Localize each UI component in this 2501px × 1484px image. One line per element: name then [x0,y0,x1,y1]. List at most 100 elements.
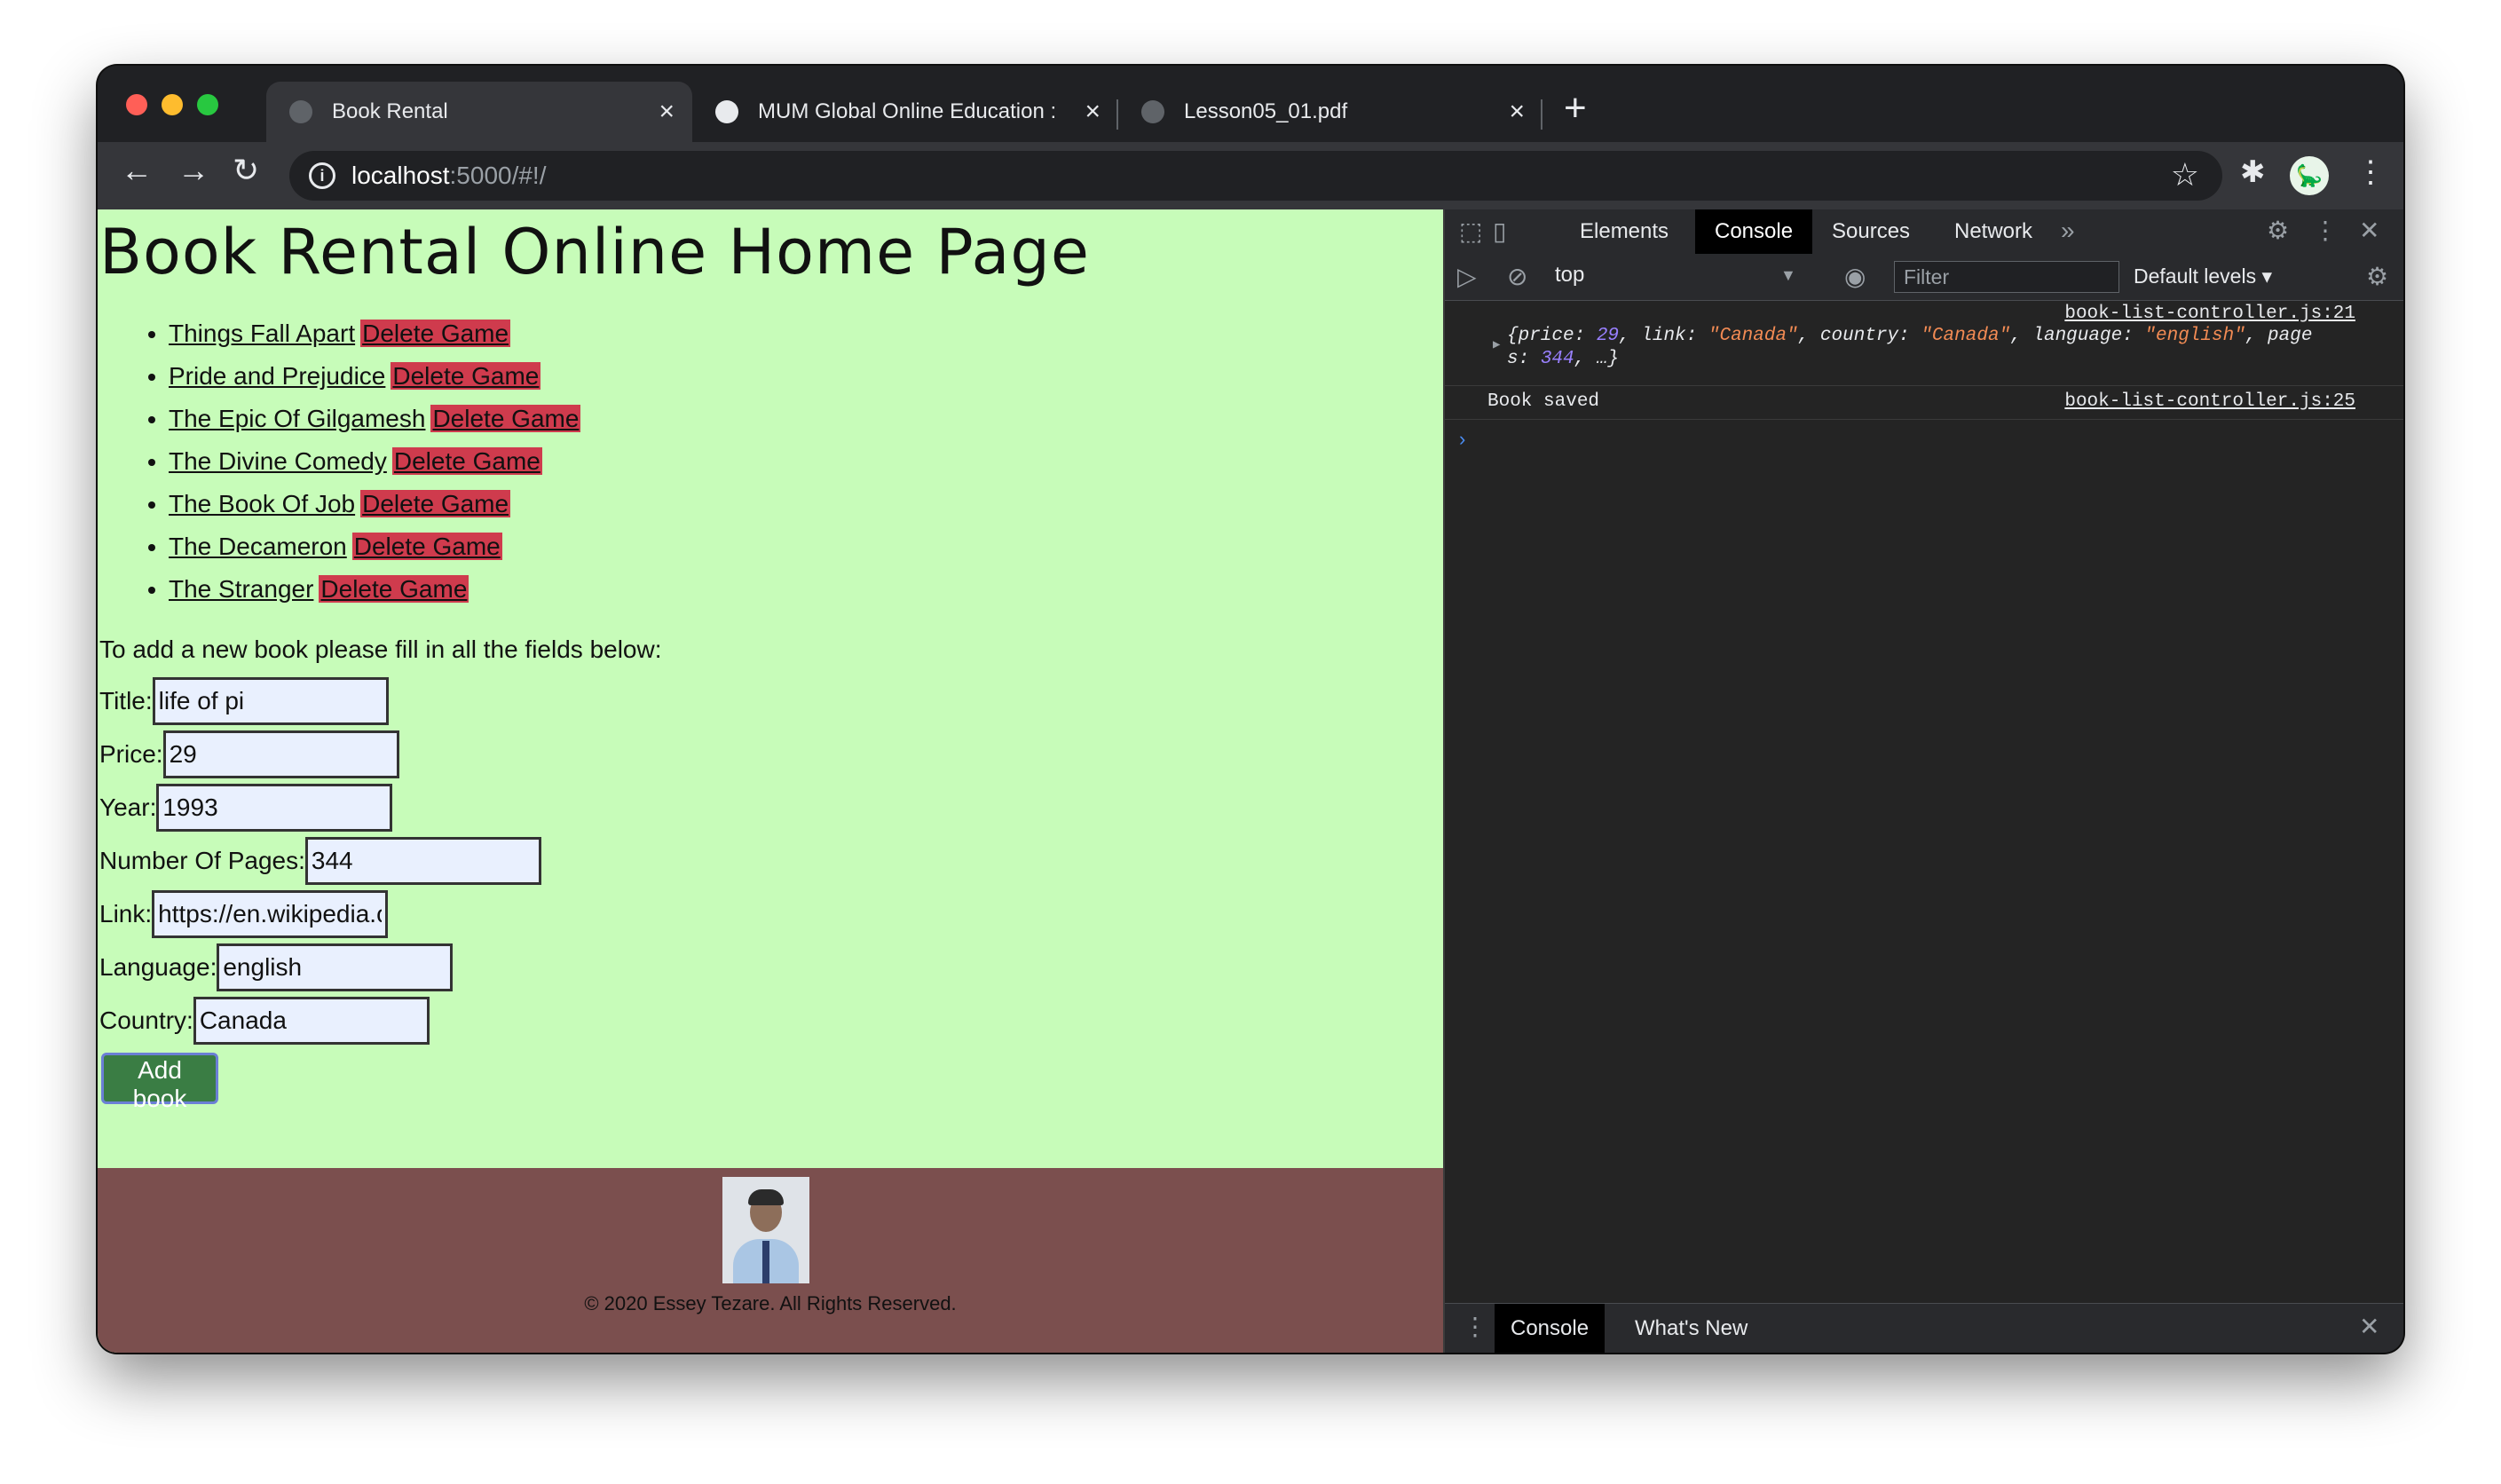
close-drawer-icon[interactable]: ✕ [2359,1314,2379,1339]
form-instructions: To add a new book please fill in all the… [99,635,662,663]
profile-avatar[interactable]: 🦕 [2290,156,2329,195]
tab-lesson-pdf[interactable]: Lesson05_01.pdf × [1118,82,1542,142]
add-book-button[interactable]: Add book [101,1053,218,1112]
browser-menu-icon[interactable]: ⋮ [2355,154,2386,190]
forward-icon[interactable]: → [178,154,209,186]
context-selector[interactable]: top [1555,263,1584,288]
link-input[interactable] [152,890,389,938]
devtools-menu-icon[interactable]: ⋮ [2313,218,2338,243]
language-label: Language: [99,953,217,981]
devtools-tab-network[interactable]: Network [1935,209,2052,254]
book-link[interactable]: The Decameron [169,533,347,560]
delete-game-button[interactable]: Delete Game [391,362,541,390]
source-link[interactable]: book-list-controller.js:21 [2064,304,2355,324]
back-icon[interactable]: ← [121,154,153,186]
country-label: Country: [99,1006,193,1034]
price-row: Price: [99,730,399,779]
delete-game-button[interactable]: Delete Game [430,405,581,432]
close-tab-icon[interactable]: × [659,97,675,127]
delete-game-button[interactable]: Delete Game [360,490,511,517]
pages-input[interactable] [304,837,541,885]
drawer-tab-whats-new[interactable]: What's New [1619,1304,1763,1353]
site-info-icon[interactable]: i [309,162,335,189]
settings-gear-icon[interactable]: ⚙ [2267,218,2289,243]
list-item: The Book Of JobDelete Game [169,483,580,525]
devtools-tab-elements[interactable]: Elements [1560,209,1688,254]
close-tab-icon[interactable]: × [1085,97,1101,127]
delete-game-button[interactable]: Delete Game [351,533,502,560]
book-link[interactable]: Things Fall Apart [169,320,355,347]
clear-console-icon[interactable]: ⊘ [1507,264,1527,289]
country-row: Country: [99,996,430,1046]
title-row: Title: [99,676,389,726]
list-item: Things Fall ApartDelete Game [169,312,580,355]
close-devtools-icon[interactable]: ✕ [2359,218,2379,243]
url-host: localhost [351,162,450,189]
drawer-menu-icon[interactable]: ⋮ [1463,1314,1487,1339]
tab-mum-global[interactable]: MUM Global Online Education : × [692,82,1118,142]
globe-icon [715,100,738,123]
delete-game-button[interactable]: Delete Game [360,320,511,347]
inspect-element-icon[interactable]: ⬚ [1459,219,1482,244]
book-link[interactable]: The Stranger [169,575,313,603]
bookmark-star-icon[interactable]: ☆ [2171,156,2199,193]
author-photo [722,1177,809,1283]
link-label: Link: [99,900,153,928]
tab-divider [1541,99,1542,130]
new-tab-button[interactable]: + [1564,89,1587,128]
expand-triangle-icon[interactable]: ▶ [1493,337,1500,352]
log-levels-dropdown[interactable]: Default levels ▾ [2134,264,2272,288]
extensions-icon[interactable]: ✱ [2240,154,2266,190]
console-prompt-chevron-icon[interactable]: › [1459,428,1465,451]
globe-icon [289,100,312,123]
console-filter-input[interactable]: Filter [1894,261,2119,293]
devtools-tab-console[interactable]: Console [1695,209,1813,254]
live-expression-eye-icon[interactable]: ◉ [1844,264,1866,289]
language-input[interactable] [217,943,454,991]
web-page: Book Rental Online Home Page Things Fall… [98,209,1443,1353]
console-message[interactable]: book-list-controller.js:21 ▶ {price: 29,… [1445,302,2403,386]
pages-row: Number Of Pages: [99,836,541,886]
console-message[interactable]: Book saved book-list-controller.js:25 [1445,385,2403,420]
list-item: The Epic Of GilgameshDelete Game [169,398,581,440]
console-settings-gear-icon[interactable]: ⚙ [2366,264,2388,289]
drawer-tab-console[interactable]: Console [1495,1304,1606,1353]
url-path: :5000/#!/ [449,162,547,189]
tab-book-rental[interactable]: Book Rental × [266,82,692,142]
delete-game-button[interactable]: Delete Game [391,447,542,475]
link-row: Link: [99,889,389,939]
year-label: Year: [99,793,157,821]
logged-object: {price: 29, link: "Canada", country: "Ca… [1507,326,2313,346]
minimize-window-button[interactable] [162,94,183,115]
devtools-tab-sources[interactable]: Sources [1812,209,1929,254]
close-window-button[interactable] [126,94,147,115]
reload-icon[interactable]: ↻ [233,154,259,186]
delete-game-button[interactable]: Delete Game [319,575,469,603]
book-link[interactable]: Pride and Prejudice [169,362,385,390]
language-row: Language: [99,943,454,992]
zoom-window-button[interactable] [197,94,218,115]
book-link[interactable]: The Divine Comedy [169,447,387,475]
title-input[interactable] [152,677,389,725]
tab-title: MUM Global Online Education : [758,99,1057,123]
book-link[interactable]: The Epic Of Gilgamesh [169,405,425,432]
pages-label: Number Of Pages: [99,847,305,874]
device-toolbar-icon[interactable]: ▯ [1493,219,1506,244]
country-input[interactable] [193,997,430,1045]
page-title: Book Rental Online Home Page [99,216,1090,288]
title-label: Title: [99,687,153,714]
price-input[interactable] [162,730,399,778]
address-bar[interactable]: i localhost :5000/#!/ ☆ [289,151,2222,201]
year-row: Year: [99,783,393,833]
price-label: Price: [99,740,163,768]
sidebar-toggle-icon[interactable]: ▷ [1457,264,1477,289]
close-tab-icon[interactable]: × [1509,97,1525,127]
more-tabs-icon[interactable]: » [2061,218,2075,243]
book-link[interactable]: The Book Of Job [169,490,355,517]
page-footer: © 2020 Essey Tezare. All Rights Reserved… [98,1168,1443,1353]
browser-window: Book Rental × MUM Global Online Educatio… [98,66,2403,1353]
source-link[interactable]: book-list-controller.js:25 [2064,385,2355,419]
year-input[interactable] [156,784,393,832]
devtools-panel: ⬚ ▯ Elements Console Sources Network » ⚙… [1443,209,2403,1353]
devtools-tab-bar: ⬚ ▯ Elements Console Sources Network » ⚙… [1445,209,2403,255]
